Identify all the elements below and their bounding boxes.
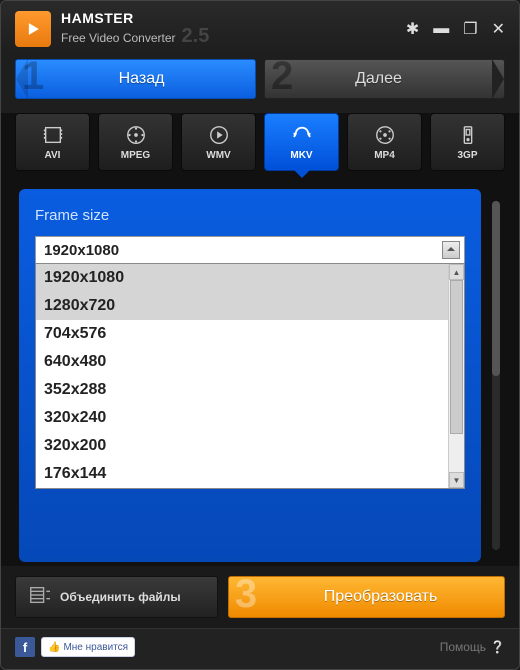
format-label: AVI	[45, 150, 61, 161]
app-version: 2.5	[182, 26, 210, 47]
format-label: MP4	[374, 150, 395, 161]
like-button[interactable]: 👍 Мне нравится	[41, 637, 135, 657]
dropdown-option[interactable]: 640x480	[36, 348, 448, 376]
app-window: HAMSTER Free Video Converter 2.5 ✱ ▬ ❐ ✕…	[0, 0, 520, 670]
title-text: HAMSTER Free Video Converter 2.5	[61, 11, 209, 47]
chevron-right-icon	[492, 59, 504, 99]
title-bar: HAMSTER Free Video Converter 2.5 ✱ ▬ ❐ ✕	[1, 1, 519, 53]
back-button[interactable]: 1 Назад	[15, 59, 256, 99]
format-tabs: AVI MPEG WMV MKV MP4 3GP	[1, 113, 519, 179]
help-label: Помощь	[440, 640, 486, 654]
format-tab-mpeg[interactable]: MPEG	[98, 113, 173, 171]
scroll-up-icon[interactable]: ▲	[449, 264, 464, 280]
dropdown-option[interactable]: 1280x720	[36, 292, 448, 320]
like-label: Мне нравится	[63, 642, 128, 653]
dropdown-scrollbar[interactable]: ▲ ▼	[448, 264, 464, 488]
dropdown-option[interactable]: 352x288	[36, 376, 448, 404]
dropdown-option[interactable]: 176x144	[36, 460, 448, 488]
scroll-track[interactable]	[449, 280, 464, 472]
minimize-icon[interactable]: ▬	[433, 20, 449, 38]
scroll-thumb[interactable]	[450, 280, 463, 434]
frame-size-dropdown: 1920x10801280x720704x576640x480352x28832…	[35, 263, 465, 489]
panel-title: Frame size	[35, 207, 465, 224]
convert-button[interactable]: 3 Преобразовать	[228, 576, 505, 618]
format-label: WMV	[206, 150, 230, 161]
step-number: 3	[235, 576, 257, 617]
app-subtitle: Free Video Converter	[61, 32, 176, 45]
back-label: Назад	[28, 70, 255, 88]
settings-icon[interactable]: ✱	[406, 19, 419, 39]
dropdown-list: 1920x10801280x720704x576640x480352x28832…	[36, 264, 448, 488]
frame-size-panel: Frame size 1920x1080 1920x10801280x72070…	[19, 189, 481, 562]
format-label: MPEG	[121, 150, 150, 161]
maximize-icon[interactable]: ❐	[463, 19, 477, 39]
next-label: Далее	[265, 70, 492, 88]
scroll-thumb[interactable]	[492, 201, 500, 376]
facebook-icon[interactable]: f	[15, 637, 35, 657]
close-icon[interactable]: ✕	[492, 19, 505, 39]
app-logo	[15, 11, 51, 47]
dropdown-option[interactable]: 1920x1080	[36, 264, 448, 292]
scroll-down-icon[interactable]: ▼	[449, 472, 464, 488]
frame-size-select[interactable]: 1920x1080	[35, 236, 465, 264]
filmstrip-icon	[28, 584, 50, 611]
format-tab-mp4[interactable]: MP4	[347, 113, 422, 171]
convert-label: Преобразовать	[257, 588, 504, 606]
selected-value: 1920x1080	[44, 242, 119, 259]
format-tab-avi[interactable]: AVI	[15, 113, 90, 171]
dropdown-option[interactable]: 320x200	[36, 432, 448, 460]
dropdown-option[interactable]: 320x240	[36, 404, 448, 432]
settings-area: Frame size 1920x1080 1920x10801280x72070…	[1, 179, 519, 566]
thumbs-up-icon: 👍	[48, 642, 60, 653]
action-bar: Объединить файлы 3 Преобразовать	[1, 566, 519, 628]
format-tab-wmv[interactable]: WMV	[181, 113, 256, 171]
window-controls: ✱ ▬ ❐ ✕	[406, 19, 505, 39]
dropdown-option[interactable]: 704x576	[36, 320, 448, 348]
panel-scrollbar[interactable]	[491, 189, 501, 562]
format-label: MKV	[290, 150, 312, 161]
footer-bar: f 👍 Мне нравится Помощь ❔	[1, 628, 519, 669]
format-tab-3gp[interactable]: 3GP	[430, 113, 505, 171]
app-name: HAMSTER	[61, 11, 209, 26]
merge-files-button[interactable]: Объединить файлы	[15, 576, 218, 618]
next-button[interactable]: 2 Далее	[264, 59, 505, 99]
merge-label: Объединить файлы	[60, 590, 181, 604]
help-icon: ❔	[490, 640, 505, 654]
help-link[interactable]: Помощь ❔	[440, 640, 505, 654]
format-tab-mkv[interactable]: MKV	[264, 113, 339, 171]
wizard-nav: 1 Назад 2 Далее	[1, 53, 519, 113]
format-label: 3GP	[457, 150, 477, 161]
dropdown-toggle-icon[interactable]	[442, 241, 460, 259]
